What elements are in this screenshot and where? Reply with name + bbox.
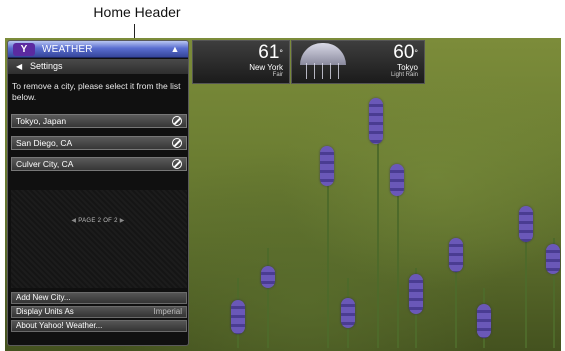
city-row-tokyo[interactable]: Tokyo, Japan [11,114,187,128]
next-page-icon[interactable]: ▶ [120,218,125,224]
umbrella-rain-icon [292,41,354,83]
page-indicator: PAGE 2 OF 2 [78,218,118,224]
back-arrow-icon[interactable]: ◀ [16,61,22,72]
units-value: Imperial [153,307,182,316]
city-label: Culver City, CA [16,159,74,169]
remove-city-instruction: To remove a city, please select it from … [12,81,181,102]
home-icon[interactable]: ▲ [170,44,180,54]
menu-label: About Yahoo! Weather... [16,321,103,330]
home-header[interactable]: Y WEATHER ▲ [8,41,188,58]
remove-icon[interactable] [172,138,182,148]
add-new-city-button[interactable]: Add New City... [11,292,187,304]
city-row-culver-city[interactable]: Culver City, CA [11,157,187,171]
tile-condition: Fair [272,72,283,78]
about-yahoo-weather-button[interactable]: About Yahoo! Weather... [11,320,187,332]
menu-label: Display Units As [16,307,74,316]
weather-settings-panel: Y WEATHER ▲ ◀ Settings To remove a city,… [7,40,189,346]
header-title: WEATHER [42,44,93,55]
city-row-san-diego[interactable]: San Diego, CA [11,136,187,150]
tile-city: New York [249,63,283,72]
city-label: Tokyo, Japan [16,116,67,126]
remove-icon[interactable] [172,159,182,169]
settings-back-row[interactable]: ◀ Settings [8,59,188,74]
city-list-empty-area [11,190,187,288]
menu-label: Add New City... [16,293,71,302]
tile-temp: 61 [258,42,280,63]
prev-page-icon[interactable]: ◀ [71,218,76,224]
display-units-option[interactable]: Display Units As Imperial [11,306,187,318]
tile-temp: 60 [393,42,415,63]
settings-label: Settings [30,61,63,71]
home-header-callout: Home Header [93,4,181,20]
weather-tile-new-york[interactable]: 61° New York Fair [192,40,290,84]
pager: ◀ PAGE 2 OF 2 ▶ [8,217,188,224]
yahoo-logo-icon: Y [13,43,35,56]
weather-tile-tokyo[interactable]: 60° Tokyo Light Rain [291,40,425,84]
city-label: San Diego, CA [16,138,73,148]
remove-icon[interactable] [172,116,182,126]
